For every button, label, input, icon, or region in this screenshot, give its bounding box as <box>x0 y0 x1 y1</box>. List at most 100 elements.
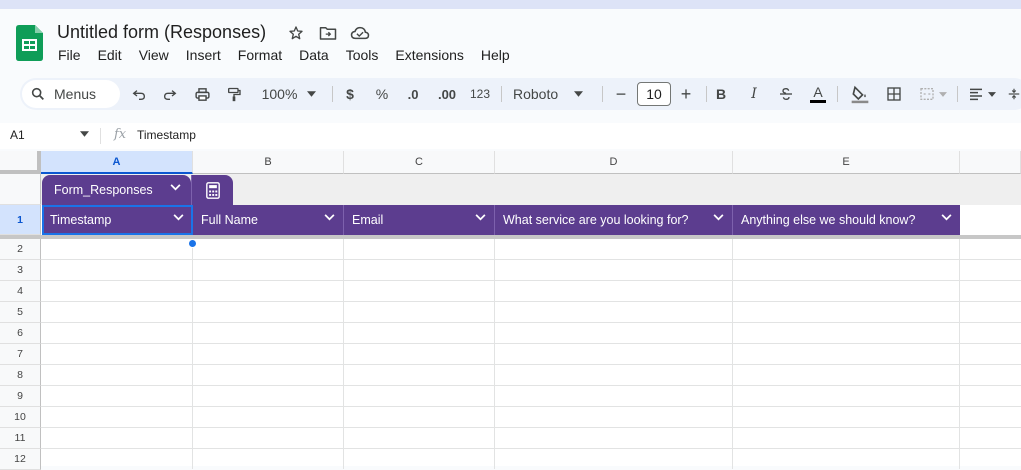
header-label: What service are you looking for? <box>503 213 689 227</box>
table-name-chip[interactable]: Form_Responses <box>42 175 191 205</box>
menu-format[interactable]: Format <box>238 47 282 63</box>
merge-cells-icon[interactable] <box>915 78 951 110</box>
grid-line <box>41 280 1021 281</box>
header-cell-timestamp[interactable]: Timestamp <box>42 205 193 235</box>
column-header-a[interactable]: A <box>41 151 193 174</box>
move-to-folder-icon[interactable] <box>318 23 338 43</box>
row-header-12[interactable]: 12 <box>0 449 41 470</box>
row-header-5[interactable]: 5 <box>0 302 41 323</box>
row-header-11[interactable]: 11 <box>0 428 41 449</box>
grid-line <box>41 322 1021 323</box>
chevron-down-icon[interactable] <box>941 214 952 221</box>
more-formats-button[interactable]: 123 <box>468 78 492 110</box>
text-color-swatch <box>810 100 826 103</box>
grid-line <box>41 406 1021 407</box>
paint-format-icon[interactable] <box>223 78 245 110</box>
row-header-3[interactable]: 3 <box>0 260 41 281</box>
chevron-down-icon[interactable] <box>80 131 89 137</box>
table-name: Form_Responses <box>54 183 153 197</box>
toolbar-divider <box>837 86 838 102</box>
menu-help[interactable]: Help <box>481 47 510 63</box>
menu-file[interactable]: File <box>58 47 81 63</box>
row-header-6[interactable]: 6 <box>0 323 41 344</box>
fill-color-icon[interactable] <box>847 78 873 110</box>
name-box[interactable]: A1 <box>10 128 25 142</box>
font-name: Roboto <box>513 86 559 102</box>
header-cell-full-name[interactable]: Full Name <box>193 205 344 235</box>
menu-data[interactable]: Data <box>299 47 329 63</box>
redo-icon[interactable] <box>159 78 181 110</box>
italic-button[interactable]: I <box>743 78 765 110</box>
column-header-b[interactable]: B <box>193 151 344 174</box>
horizontal-align-icon[interactable] <box>964 78 1000 110</box>
decrease-decimal-button[interactable]: .0 <box>401 78 425 110</box>
row-header-10[interactable]: 10 <box>0 407 41 428</box>
percent-format-button[interactable]: % <box>372 78 392 110</box>
header-cell-email[interactable]: Email <box>344 205 495 235</box>
sheet-grid: A B C D E Form_Responses Timestamp Full … <box>0 151 1021 470</box>
grid-line <box>41 448 1021 449</box>
font-size-input[interactable]: 10 <box>637 82 671 106</box>
sheets-logo-icon[interactable] <box>16 25 43 61</box>
select-all-corner[interactable] <box>0 151 41 174</box>
zoom-value: 100% <box>261 86 298 102</box>
chevron-down-icon <box>307 91 317 97</box>
row-header-8[interactable]: 8 <box>0 365 41 386</box>
row-header-9[interactable]: 9 <box>0 386 41 407</box>
table-calculator-icon[interactable] <box>191 175 233 205</box>
star-icon[interactable] <box>286 23 306 43</box>
grid-line <box>41 343 1021 344</box>
text-color-button[interactable]: A <box>807 78 829 110</box>
toolbar-divider <box>706 86 707 102</box>
chevron-down-icon[interactable] <box>173 214 184 221</box>
header-cell-anything-else[interactable]: Anything else we should know? <box>733 205 960 235</box>
search-menus-box[interactable]: Menus <box>22 80 120 108</box>
borders-icon[interactable] <box>883 78 905 110</box>
menu-view[interactable]: View <box>139 47 169 63</box>
header-label: Anything else we should know? <box>741 213 916 227</box>
increase-decimal-label: .00 <box>437 86 457 102</box>
zoom-select[interactable]: 100% <box>256 78 322 110</box>
grid-line <box>41 385 1021 386</box>
toolbar-divider <box>501 86 502 102</box>
chevron-down-icon[interactable] <box>713 214 724 221</box>
increase-font-size-button[interactable]: + <box>676 78 696 110</box>
header-label: Timestamp <box>50 213 112 227</box>
column-header-f[interactable] <box>960 151 1021 174</box>
document-title[interactable]: Untitled form (Responses) <box>57 22 266 43</box>
row-header-2[interactable]: 2 <box>0 239 41 260</box>
menu-bar: File Edit View Insert Format Data Tools … <box>58 47 527 63</box>
row-header-spacer <box>0 174 41 205</box>
header-cell-service[interactable]: What service are you looking for? <box>495 205 733 235</box>
toolbar-divider <box>602 86 603 102</box>
undo-icon[interactable] <box>128 78 150 110</box>
grid-line <box>959 239 960 469</box>
toolbar-divider <box>957 86 958 102</box>
decrease-font-size-button[interactable]: − <box>611 78 631 110</box>
menu-extensions[interactable]: Extensions <box>395 47 463 63</box>
chevron-down-icon[interactable] <box>475 214 486 221</box>
row-header-4[interactable]: 4 <box>0 281 41 302</box>
bold-button[interactable]: B <box>710 78 732 110</box>
column-header-c[interactable]: C <box>344 151 495 174</box>
increase-decimal-button[interactable]: .00 <box>433 78 461 110</box>
formula-input[interactable]: Timestamp <box>137 128 196 142</box>
currency-format-button[interactable]: $ <box>340 78 360 110</box>
font-select[interactable]: Roboto <box>513 78 593 110</box>
frozen-row-divider[interactable] <box>0 235 1021 239</box>
print-icon[interactable] <box>191 78 213 110</box>
row-header-7[interactable]: 7 <box>0 344 41 365</box>
menu-insert[interactable]: Insert <box>186 47 221 63</box>
menu-tools[interactable]: Tools <box>346 47 379 63</box>
column-header-d[interactable]: D <box>495 151 733 174</box>
column-header-e[interactable]: E <box>733 151 960 174</box>
chevron-down-icon[interactable] <box>324 214 335 221</box>
selection-fill-handle[interactable] <box>188 239 197 248</box>
table-header-row: Timestamp Full Name Email What service a… <box>42 205 960 235</box>
title-actions <box>286 23 370 43</box>
row-header-1[interactable]: 1 <box>0 205 41 235</box>
strikethrough-icon[interactable] <box>775 78 797 110</box>
menu-edit[interactable]: Edit <box>98 47 122 63</box>
cloud-saved-icon[interactable] <box>350 23 370 43</box>
vertical-align-icon[interactable] <box>1006 78 1021 110</box>
